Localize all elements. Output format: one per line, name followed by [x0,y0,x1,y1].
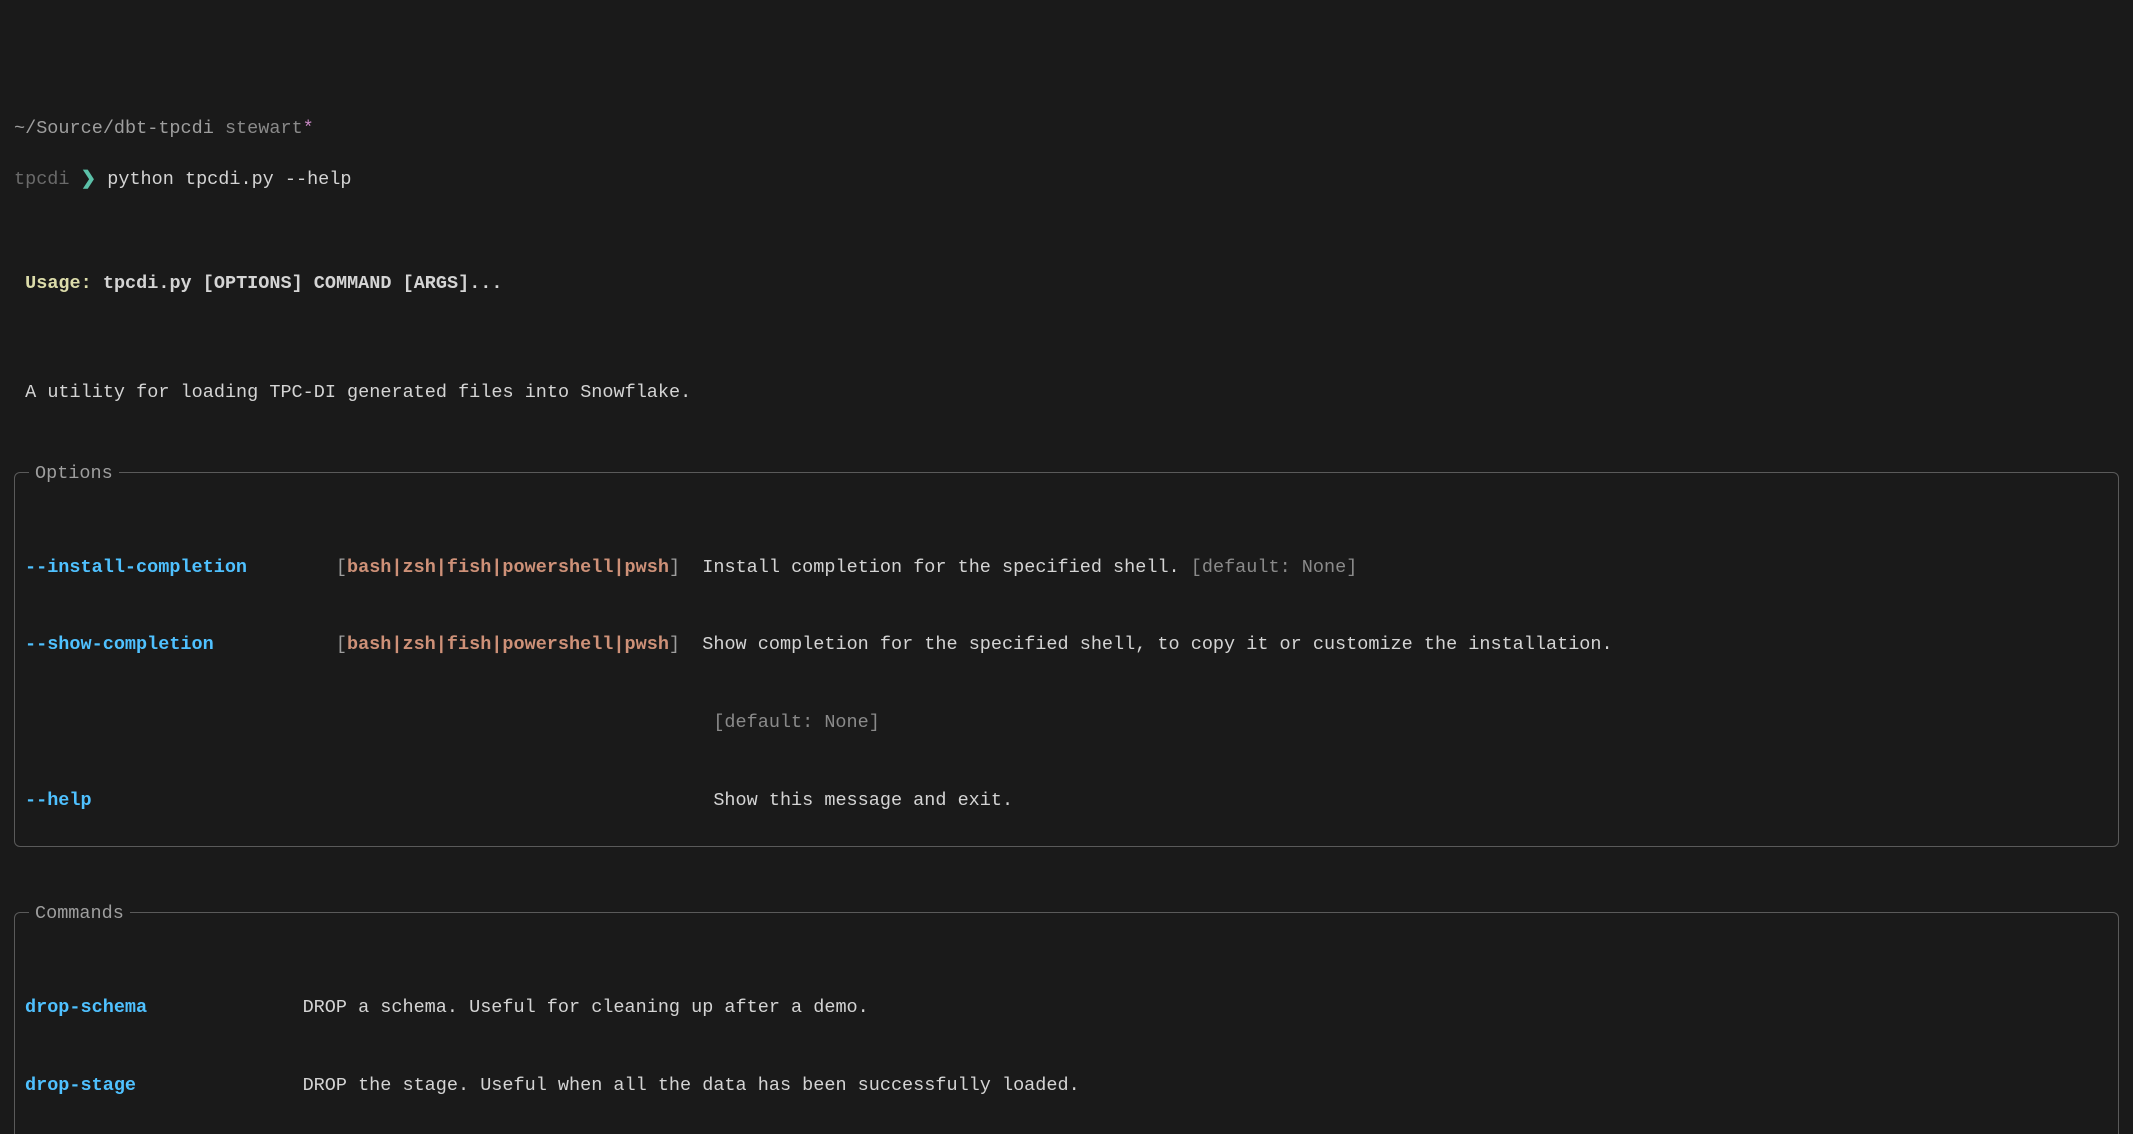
option-desc: Install completion for the specified she… [702,557,1179,578]
option-desc: Show completion for the specified shell,… [702,634,1612,655]
option-flag-help: --help [25,790,92,811]
option-default: [default: None] [1191,557,1358,578]
usage-label: Usage: [25,273,92,294]
option-row: --show-completion [bash|zsh|fish|powersh… [25,632,2108,658]
command-row: drop-schema DROP a schema. Useful for cl… [25,995,2108,1021]
prompt-arrow-icon: ❯ [81,169,97,190]
commands-panel-title: Commands [29,901,130,927]
option-row-continuation: [default: None] [25,710,2108,736]
option-choices: bash|zsh|fish|powershell|pwsh [347,557,669,578]
blank-line [14,219,2119,245]
prompt-env-name: tpcdi [14,169,70,190]
option-row: --help Show this message and exit. [25,788,2108,814]
git-dirty-indicator: * [303,118,314,139]
option-choices: bash|zsh|fish|powershell|pwsh [347,634,669,655]
git-branch: stewart [225,118,303,139]
command-desc: DROP the stage. Useful when all the data… [303,1075,1080,1096]
commands-panel: Commands drop-schema DROP a schema. Usef… [14,912,2119,1134]
option-default: [default: None] [713,712,880,733]
command-row: drop-stage DROP the stage. Useful when a… [25,1073,2108,1099]
typed-command: python tpcdi.py --help [107,169,351,190]
usage-line: Usage: tpcdi.py [OPTIONS] COMMAND [ARGS]… [14,271,2119,297]
program-description: A utility for loading TPC-DI generated f… [14,380,2119,406]
options-panel: Options --install-completion [bash|zsh|f… [14,472,2119,846]
command-drop-stage: drop-stage [25,1075,136,1096]
usage-text: tpcdi.py [OPTIONS] COMMAND [ARGS]... [103,273,503,294]
options-panel-title: Options [29,461,119,487]
prompt-command-line[interactable]: tpcdi ❯ python tpcdi.py --help [14,167,2119,193]
cwd-path: ~/Source/dbt-tpcdi [14,118,214,139]
command-desc: DROP a schema. Useful for cleaning up af… [303,997,869,1018]
command-drop-schema: drop-schema [25,997,147,1018]
option-desc: Show this message and exit. [713,790,1013,811]
option-flag-install-completion: --install-completion [25,557,247,578]
blank-line [14,323,2119,349]
prompt-path-line: ~/Source/dbt-tpcdi stewart* [14,116,2119,142]
option-flag-show-completion: --show-completion [25,634,214,655]
option-row: --install-completion [bash|zsh|fish|powe… [25,555,2108,581]
